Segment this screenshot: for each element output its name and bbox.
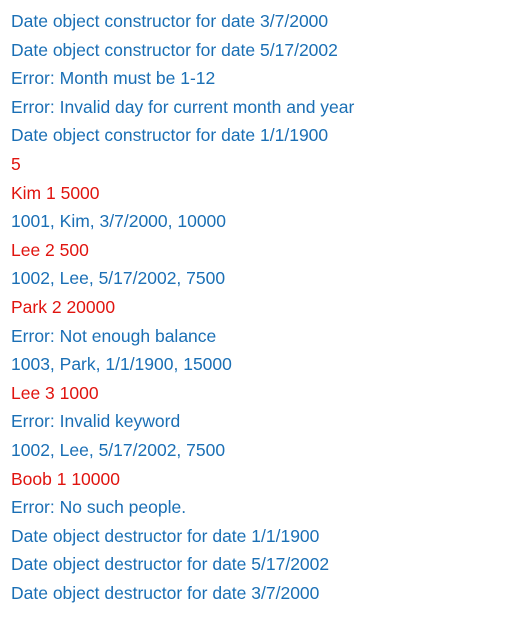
console-line: 1002, Lee, 5/17/2002, 7500 — [11, 268, 226, 289]
console-line: Date object constructor for date 1/1/190… — [11, 125, 329, 146]
console-input-line: Park 2 20000 — [11, 296, 116, 317]
console-line: Error: Month must be 1-12 — [11, 68, 216, 89]
console-line: 1003, Park, 1/1/1900, 15000 — [11, 354, 232, 375]
console-output: Date object constructor for date 3/7/200… — [11, 7, 521, 607]
console-line: Error: Invalid keyword — [11, 411, 181, 432]
console-line: Date object constructor for date 5/17/20… — [11, 39, 338, 60]
console-input-line: Lee 3 1000 — [11, 382, 99, 403]
console-input-line: 5 — [11, 153, 21, 174]
console-line: Error: Not enough balance — [11, 325, 217, 346]
console-line: Date object constructor for date 3/7/200… — [11, 11, 329, 31]
console-input-line: Boob 1 10000 — [11, 468, 120, 489]
console-line: Error: Invalid day for current month and… — [11, 96, 355, 117]
console-line: Date object destructor for date 3/7/2000 — [11, 582, 320, 603]
console-input-line: Kim 1 5000 — [11, 182, 100, 203]
console-input-line: Lee 2 500 — [11, 239, 89, 260]
console-line: Date object destructor for date 1/1/1900 — [11, 525, 320, 546]
console-line: 1002, Lee, 5/17/2002, 7500 — [11, 439, 226, 460]
console-line: Error: No such people. — [11, 497, 187, 518]
console-line: Date object destructor for date 5/17/200… — [11, 554, 330, 575]
console-line: 1001, Kim, 3/7/2000, 10000 — [11, 211, 227, 232]
